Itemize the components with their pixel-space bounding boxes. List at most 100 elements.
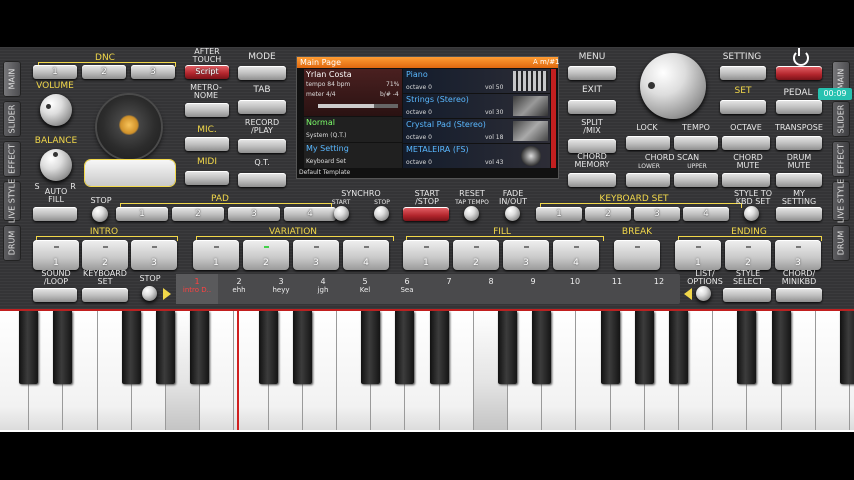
side-tab-live-style[interactable]: LIVE STYLE bbox=[3, 179, 21, 223]
style-slot-6[interactable]: 6 Sea bbox=[386, 274, 428, 304]
fill-button-4[interactable]: 4 bbox=[553, 240, 599, 270]
left-arrow-icon[interactable] bbox=[684, 288, 692, 300]
lock-button[interactable] bbox=[626, 136, 670, 150]
fade-button[interactable] bbox=[505, 206, 520, 221]
black-key[interactable] bbox=[429, 311, 449, 384]
dnc-button-1[interactable]: 1 bbox=[33, 65, 77, 79]
black-key[interactable] bbox=[361, 311, 381, 384]
side-tab-slider[interactable]: SLIDER bbox=[3, 101, 21, 137]
auto-fill-button[interactable] bbox=[33, 207, 77, 221]
intro-button-1[interactable]: 1 bbox=[33, 240, 79, 270]
tab-button[interactable] bbox=[238, 100, 286, 114]
mode-button[interactable] bbox=[238, 66, 286, 80]
voice-upper1[interactable]: Piano octave 0 vol 50 bbox=[403, 69, 550, 93]
dnc-button-2[interactable]: 2 bbox=[82, 65, 126, 79]
pad-button-1[interactable]: 1 bbox=[116, 207, 168, 221]
black-key[interactable] bbox=[737, 311, 757, 384]
metronome-button[interactable] bbox=[185, 103, 229, 117]
sound-loop-button[interactable] bbox=[33, 288, 77, 302]
variation-button-2[interactable]: 2 bbox=[243, 240, 289, 270]
black-key[interactable] bbox=[258, 311, 278, 384]
black-key[interactable] bbox=[669, 311, 688, 384]
black-key[interactable] bbox=[771, 311, 791, 384]
style-slot-11[interactable]: 11 bbox=[596, 274, 638, 304]
record-play-button[interactable] bbox=[238, 139, 286, 153]
ending-button-1[interactable]: 1 bbox=[675, 240, 721, 270]
pad-button-3[interactable]: 3 bbox=[228, 207, 280, 221]
script-button[interactable]: Script bbox=[185, 65, 229, 79]
split-mix-button[interactable] bbox=[568, 139, 616, 153]
power-icon[interactable] bbox=[793, 50, 809, 66]
reset-button[interactable] bbox=[464, 206, 479, 221]
piano-keyboard[interactable] bbox=[0, 311, 854, 432]
style-slot-1[interactable]: 1 intro D.. bbox=[176, 274, 218, 304]
list-options-button[interactable] bbox=[696, 286, 711, 301]
system-panel[interactable]: Normal System (Q.T.) bbox=[304, 117, 402, 142]
side-tab-slider-right[interactable]: SLIDER bbox=[832, 101, 850, 137]
fill-button-2[interactable]: 2 bbox=[453, 240, 499, 270]
chord-scan-lower-button[interactable] bbox=[626, 173, 670, 187]
side-tab-effect[interactable]: EFFECT bbox=[3, 141, 21, 177]
style-select-button[interactable] bbox=[723, 288, 771, 302]
intro-button-3[interactable]: 3 bbox=[131, 240, 177, 270]
style-slot-4[interactable]: 4 jgh bbox=[302, 274, 344, 304]
volume-knob[interactable] bbox=[40, 94, 72, 126]
dnc-button-3[interactable]: 3 bbox=[131, 65, 175, 79]
synchro-start-button[interactable] bbox=[334, 206, 349, 221]
black-key[interactable] bbox=[498, 311, 517, 384]
black-key[interactable] bbox=[19, 311, 39, 384]
octave-button[interactable] bbox=[722, 136, 770, 150]
variation-button-1[interactable]: 1 bbox=[193, 240, 239, 270]
style-to-kbd-button[interactable] bbox=[744, 206, 759, 221]
break-button[interactable] bbox=[614, 240, 660, 270]
pad-stop-button[interactable] bbox=[92, 206, 108, 222]
transpose-button[interactable] bbox=[776, 136, 822, 150]
black-key[interactable] bbox=[156, 311, 175, 384]
black-key[interactable] bbox=[53, 311, 73, 384]
black-key[interactable] bbox=[190, 311, 210, 384]
black-key[interactable] bbox=[600, 311, 620, 384]
kbd-set-button-1[interactable]: 1 bbox=[536, 207, 582, 221]
ending-button-2[interactable]: 2 bbox=[725, 240, 771, 270]
chord-minikbd-button[interactable] bbox=[776, 288, 822, 302]
side-tab-effect-right[interactable]: EFFECT bbox=[832, 141, 850, 177]
side-tab-drum[interactable]: DRUM bbox=[3, 225, 21, 261]
ending-button-3[interactable]: 3 bbox=[775, 240, 821, 270]
bottom-stop-button[interactable] bbox=[142, 286, 157, 301]
style-slot-8[interactable]: 8 bbox=[470, 274, 512, 304]
fill-button-1[interactable]: 1 bbox=[403, 240, 449, 270]
style-slot-2[interactable]: 2 ehh bbox=[218, 274, 260, 304]
voice-upper2[interactable]: Strings (Stereo) octave 0 vol 30 bbox=[403, 94, 550, 118]
style-slot-9[interactable]: 9 bbox=[512, 274, 554, 304]
start-stop-button[interactable] bbox=[403, 207, 449, 221]
black-key[interactable] bbox=[634, 311, 654, 384]
intro-button-2[interactable]: 2 bbox=[82, 240, 128, 270]
pad-button-4[interactable]: 4 bbox=[284, 207, 336, 221]
side-tab-drum-right[interactable]: DRUM bbox=[832, 225, 850, 261]
pad-button-2[interactable]: 2 bbox=[172, 207, 224, 221]
chord-memory-button[interactable] bbox=[568, 173, 616, 187]
exit-button[interactable] bbox=[568, 100, 616, 114]
chord-mute-button[interactable] bbox=[722, 173, 770, 187]
mic-button[interactable] bbox=[185, 137, 229, 151]
chord-scan-upper-button[interactable] bbox=[674, 173, 718, 187]
keyboard-set-button-bottom[interactable] bbox=[82, 288, 128, 302]
variation-button-3[interactable]: 3 bbox=[293, 240, 339, 270]
style-panel[interactable]: Yrlan Costa tempo 84 bpm 71% meter 4/4 b… bbox=[304, 69, 402, 116]
kbd-set-button-3[interactable]: 3 bbox=[634, 207, 680, 221]
qt-button[interactable] bbox=[238, 173, 286, 187]
my-setting-button[interactable] bbox=[776, 207, 822, 221]
black-key[interactable] bbox=[840, 311, 854, 384]
style-slot-3[interactable]: 3 heyy bbox=[260, 274, 302, 304]
style-slot-10[interactable]: 10 bbox=[554, 274, 596, 304]
black-key[interactable] bbox=[532, 311, 552, 384]
style-slot-5[interactable]: 5 Kel bbox=[344, 274, 386, 304]
fill-button-3[interactable]: 3 bbox=[503, 240, 549, 270]
drum-mute-button[interactable] bbox=[776, 173, 822, 187]
style-slot-7[interactable]: 7 bbox=[428, 274, 470, 304]
kbd-set-button-2[interactable]: 2 bbox=[585, 207, 631, 221]
kbd-set-button-4[interactable]: 4 bbox=[683, 207, 729, 221]
black-key[interactable] bbox=[292, 311, 312, 384]
balance-knob[interactable] bbox=[40, 149, 72, 181]
main-display[interactable]: Main Page A m/#1 Yrlan Costa tempo 84 bp… bbox=[296, 56, 560, 179]
